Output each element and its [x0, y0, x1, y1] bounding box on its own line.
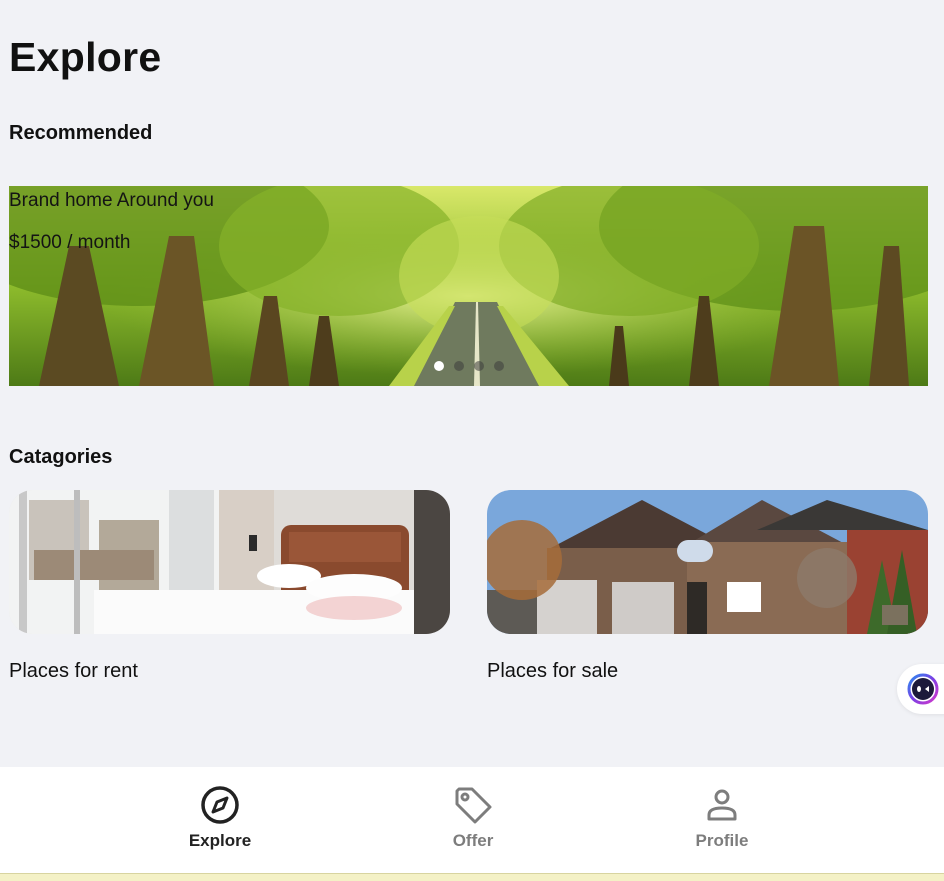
places-for-rent-card[interactable] — [9, 490, 450, 634]
tag-icon — [455, 787, 492, 824]
nav-profile[interactable]: Profile — [662, 785, 782, 851]
bottom-edge-strip — [0, 873, 944, 881]
carousel-dot[interactable] — [454, 361, 464, 371]
places-for-rent-label[interactable]: Places for rent — [9, 660, 138, 683]
assistant-icon — [907, 673, 939, 705]
nav-profile-label: Profile — [695, 831, 749, 850]
carousel-dot[interactable] — [434, 361, 444, 371]
bottom-navigation: Explore Offer Profile — [0, 767, 944, 873]
assistant-button[interactable] — [897, 664, 944, 714]
recommended-carousel[interactable]: Brand home Around you $1500 / month — [9, 186, 928, 386]
forest-road-image — [9, 186, 928, 386]
nav-explore-label: Explore — [188, 831, 252, 850]
carousel-pagination — [434, 361, 504, 371]
nav-offer[interactable]: Offer — [413, 785, 533, 851]
places-for-sale-card[interactable] — [487, 490, 928, 634]
categories-heading: Catagories — [9, 446, 113, 468]
nav-explore[interactable]: Explore — [160, 785, 280, 851]
bedroom-image — [9, 490, 450, 634]
carousel-dot[interactable] — [494, 361, 504, 371]
banner-price: $1500 / month — [9, 232, 131, 253]
nav-offer-label: Offer — [452, 831, 494, 850]
banner-title: Brand home Around you — [9, 190, 214, 211]
places-for-sale-label[interactable]: Places for sale — [487, 660, 618, 683]
house-image — [487, 490, 928, 634]
compass-icon — [201, 786, 239, 824]
carousel-dot[interactable] — [474, 361, 484, 371]
recommended-heading: Recommended — [9, 122, 153, 144]
user-icon — [707, 789, 737, 821]
page-title: Explore — [9, 34, 162, 80]
